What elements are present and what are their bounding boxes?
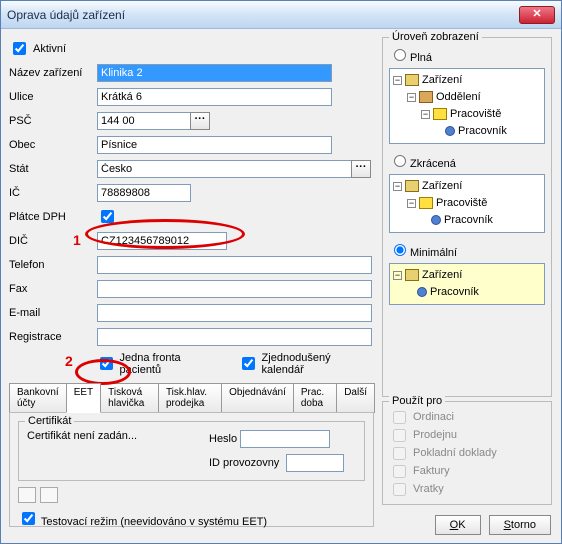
label-registrace: Registrace [9,331,97,343]
label-nazev: Název zařízení [9,67,97,79]
pouzit-pro-group: Použít pro Ordinaci Prodejnu Pokladní do… [382,401,552,505]
tree-minimalni: − Zařízení Pracovník [389,263,545,305]
label-email: E-mail [9,307,97,319]
psc-lookup-button[interactable]: ··· [190,112,210,130]
toolbar-icon-1[interactable] [18,487,36,503]
radio-plna-label: Plná [410,52,432,64]
pouzit-title: Použít pro [389,395,445,407]
tab-bankovni-ucty[interactable]: Bankovní účty [9,383,67,413]
tree-node[interactable]: Zařízení [422,269,462,281]
ic-input[interactable] [97,184,191,202]
kalendar-label: Zjednodušený kalendář [262,352,374,376]
dic-input[interactable] [97,232,227,250]
label-telefon: Telefon [9,259,97,271]
tab-eet[interactable]: EET [66,383,101,413]
fronta-label: Jedna fronta pacientů [120,352,224,376]
pouzit-vratky [393,483,406,496]
radio-minimalni-label: Minimální [410,247,457,259]
idprov-label: ID provozovny [209,457,279,469]
toolbar-icon-2[interactable] [40,487,58,503]
label-stat: Stát [9,163,97,175]
radio-zkracena-label: Zkrácená [410,158,456,170]
tree-node[interactable]: Pracovník [444,214,493,226]
pouzit-prodejnu [393,429,406,442]
telefon-input[interactable] [97,256,372,274]
email-input[interactable] [97,304,372,322]
close-button[interactable]: ✕ [519,6,555,24]
tree-node[interactable]: Pracoviště [436,197,487,209]
pouzit-pokladni [393,447,406,460]
expand-icon[interactable]: − [407,199,416,208]
label-ic: IČ [9,187,97,199]
tree-node[interactable]: Oddělení [436,91,481,103]
tree-node[interactable]: Zařízení [422,74,462,86]
test-mode-checkbox[interactable] [22,512,35,525]
tab-prac-doba[interactable]: Prac. doba [293,383,337,413]
radio-zkracena[interactable] [394,155,406,167]
kalendar-checkbox[interactable] [242,357,255,370]
tree-zkracena: −Zařízení −Pracoviště Pracovník [389,174,545,233]
radio-minimalni[interactable] [394,244,406,256]
label-dic: DIČ [9,235,97,247]
annotation-2: 2 [65,353,73,369]
tab-tiskova-hlavicka[interactable]: Tisková hlavička [100,383,159,413]
label-ulice: Ulice [9,91,97,103]
worker-icon [431,215,441,225]
label-fax: Fax [9,283,97,295]
label-platce: Plátce DPH [9,211,97,223]
fax-input[interactable] [97,280,372,298]
workplace-icon [419,197,433,209]
tree-node[interactable]: Zařízení [422,180,462,192]
building-icon [405,74,419,86]
stat-input[interactable] [97,160,352,178]
window-title: Oprava údajů zařízení [7,8,519,22]
tree-node[interactable]: Pracovník [430,286,479,298]
label-obec: Obec [9,139,97,151]
active-label: Aktivní [33,43,66,55]
idprov-input[interactable] [286,454,344,472]
building-icon [405,180,419,192]
fronta-checkbox[interactable] [100,357,113,370]
tree-node[interactable]: Pracovník [458,125,507,137]
worker-icon [417,287,427,297]
title-bar: Oprava údajů zařízení ✕ [1,1,561,29]
expand-icon[interactable]: − [421,110,430,119]
annotation-1: 1 [73,232,81,248]
tree-plna: −Zařízení −Oddělení −Pracoviště Pracovní… [389,68,545,144]
obec-input[interactable] [97,136,332,154]
label-psc: PSČ [9,115,97,127]
tab-dalsi[interactable]: Další [336,383,375,413]
stat-lookup-button[interactable]: ··· [351,160,371,178]
building-icon [405,269,419,281]
workplace-icon [433,108,447,120]
worker-icon [445,126,455,136]
pouzit-faktury [393,465,406,478]
expand-icon[interactable]: − [393,76,402,85]
platce-checkbox[interactable] [101,210,114,223]
registrace-input[interactable] [97,328,372,346]
test-mode-label: Testovací režim (neevidováno v systému E… [41,516,267,528]
tab-objednavani[interactable]: Objednávání [221,383,294,413]
tree-node[interactable]: Pracoviště [450,108,501,120]
tab-bar: Bankovní účty EET Tisková hlavička Tisk.… [9,383,374,413]
nazev-input[interactable] [97,64,332,82]
pouzit-ordinaci [393,411,406,424]
department-icon [419,91,433,103]
expand-icon[interactable]: − [407,93,416,102]
radio-plna[interactable] [394,49,406,61]
uroven-title: Úroveň zobrazení [389,31,482,43]
ulice-input[interactable] [97,88,332,106]
cert-group-title: Certifikát [25,415,74,427]
psc-input[interactable] [97,112,191,130]
expand-icon[interactable]: − [393,182,402,191]
expand-icon[interactable]: − [393,271,402,280]
ok-button[interactable]: OOKK [435,515,481,535]
tab-tisk-hlav-prodejka[interactable]: Tisk.hlav. prodejka [158,383,222,413]
heslo-input[interactable] [240,430,330,448]
heslo-label: Heslo [209,433,237,445]
storno-button[interactable]: StornoStorno [489,515,551,535]
active-checkbox[interactable] [13,42,26,55]
